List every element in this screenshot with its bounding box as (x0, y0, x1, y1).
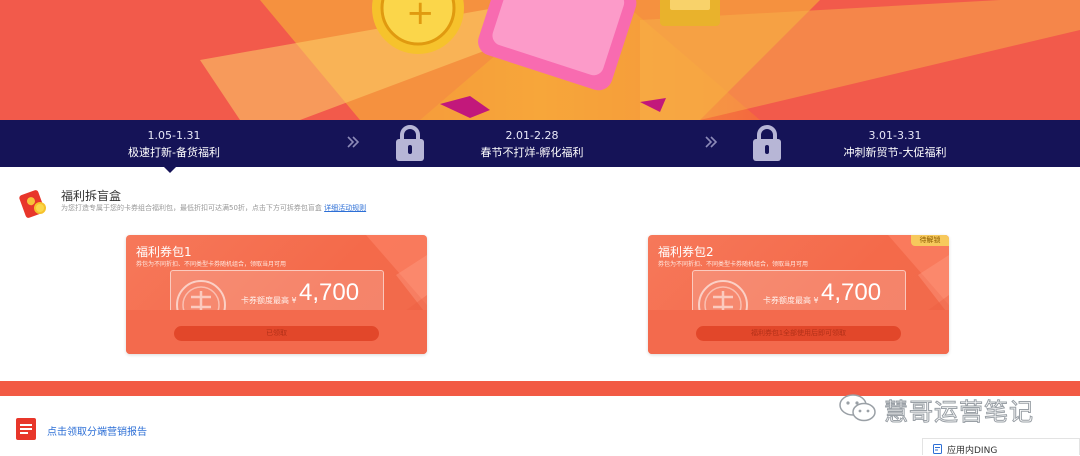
coupon-pack-card-2[interactable]: 待解锁 福利券包2 券包为不同折扣、不同类型卡券随机组合，领取当月可用 卡券额度… (648, 235, 949, 354)
double-chevron-right-icon (346, 134, 360, 150)
stage-name: 极速打新-备货福利 (128, 146, 220, 159)
in-app-ding-tab[interactable]: 应用内DING (922, 438, 1080, 456)
svg-text:+: + (406, 0, 435, 33)
amount-label: 卡券额度最高 ¥ (763, 296, 819, 305)
card-title: 福利券包2 (658, 245, 714, 259)
ding-icon (933, 444, 942, 454)
double-chevron-right-icon (704, 134, 718, 150)
wechat-icon (839, 394, 876, 422)
coupon-pack-card-1[interactable]: 福利券包1 券包为不同折扣、不同类型卡券随机组合，领取当月可用 卡券额度最高 ¥… (126, 235, 427, 354)
stage-1[interactable]: 1.05-1.31 极速打新-备货福利 (54, 120, 294, 167)
hero-illustration: + (0, 0, 1080, 120)
stage-3[interactable]: 3.01-3.31 冲刺新贸节-大促福利 (775, 120, 1015, 167)
ding-label: 应用内DING (947, 446, 998, 456)
card-title: 福利券包1 (136, 245, 192, 259)
amount-label: 卡券额度最高 ¥ (241, 296, 297, 305)
stage-name: 春节不打烊-孵化福利 (480, 146, 584, 159)
amount-value: 4,700 (299, 279, 360, 306)
card-subtitle: 券包为不同折扣、不同类型卡券随机组合，领取当月可用 (136, 261, 287, 268)
locked-badge: 待解锁 (911, 235, 949, 246)
section-description-text: 为您打造专属于您的卡券组合福利包，最低折扣可达满50折，点击下方可拆券包盲盒 (61, 204, 322, 212)
stage-dates: 1.05-1.31 (147, 129, 201, 142)
active-stage-pointer (164, 167, 176, 173)
section-description: 为您打造专属于您的卡券组合福利包，最低折扣可达满50折，点击下方可拆券包盲盒 详… (61, 203, 366, 213)
report-link[interactable]: 点击领取分端营销报告 (47, 423, 147, 438)
stage-dates: 3.01-3.31 (868, 129, 922, 142)
activity-rules-link[interactable]: 详细活动规则 (324, 204, 366, 212)
amount-value: 4,700 (821, 279, 882, 306)
claimed-button[interactable]: 已领取 (174, 326, 379, 341)
stage-2[interactable]: 2.01-2.28 春节不打烊-孵化福利 (412, 120, 652, 167)
stage-dates: 2.01-2.28 (505, 129, 559, 142)
stage-bar: 1.05-1.31 极速打新-备货福利 2.01-2.28 春节不打烊-孵化福利… (0, 120, 1080, 167)
unlock-condition-button[interactable]: 福利券包1全部使用后即可领取 (696, 326, 901, 341)
stage-name: 冲刺新贸节-大促福利 (843, 146, 947, 159)
report-document-icon (16, 418, 36, 440)
red-envelope-icon (19, 190, 46, 218)
watermark-text: 慧哥运营笔记 (884, 398, 1034, 427)
card-subtitle: 券包为不同折扣、不同类型卡券随机组合，领取当月可用 (658, 261, 809, 268)
hero-banner: + (0, 0, 1080, 120)
section-title: 福利拆盲盒 (61, 189, 122, 203)
